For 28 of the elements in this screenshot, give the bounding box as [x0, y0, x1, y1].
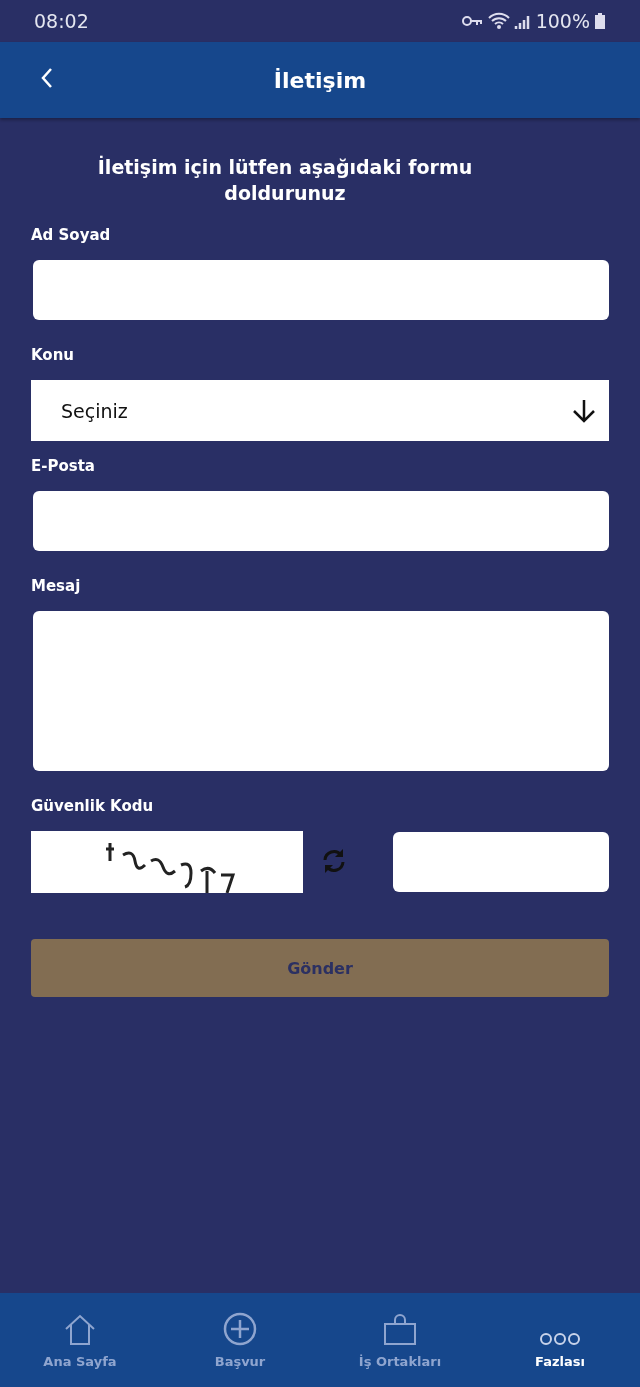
more-icon — [540, 1332, 580, 1346]
page-title: İletişim — [273, 67, 367, 93]
arrow-down-icon — [571, 397, 597, 424]
message-field[interactable] — [33, 611, 609, 771]
field-label: Mesaj — [31, 577, 82, 595]
nav-tab[interactable]: Başvur — [170, 1310, 310, 1370]
field-label: Güvenlik Kodu — [31, 797, 155, 815]
intro-text: İletişim için lütfen aşağıdaki formu doldurunuz — [96, 154, 474, 206]
field-label: E-Posta — [31, 457, 96, 475]
wifi-icon — [487, 12, 510, 30]
key-icon — [461, 15, 484, 27]
signal-icon — [513, 13, 532, 29]
code-input-field[interactable] — [393, 832, 609, 892]
field-label: Konu — [31, 346, 76, 364]
status-time: 08:02 — [34, 10, 89, 32]
nav-tab[interactable]: İş Ortakları — [330, 1310, 470, 1370]
submit-button[interactable]: Gönder — [31, 939, 609, 997]
dropdown-field[interactable]: Seçiniz — [31, 380, 609, 441]
bag-icon — [383, 1314, 417, 1346]
nav-tab[interactable]: Ana Sayfa — [10, 1310, 150, 1370]
home-icon — [63, 1314, 97, 1346]
input-field[interactable] — [33, 260, 609, 320]
nav-tab[interactable]: Fazlası — [490, 1310, 630, 1370]
field-label: Ad Soyad — [31, 226, 112, 244]
input-field[interactable] — [33, 491, 609, 551]
plus-circle-icon — [223, 1312, 257, 1346]
battery-icon — [594, 12, 606, 30]
battery-percent: 100% — [535, 10, 590, 32]
